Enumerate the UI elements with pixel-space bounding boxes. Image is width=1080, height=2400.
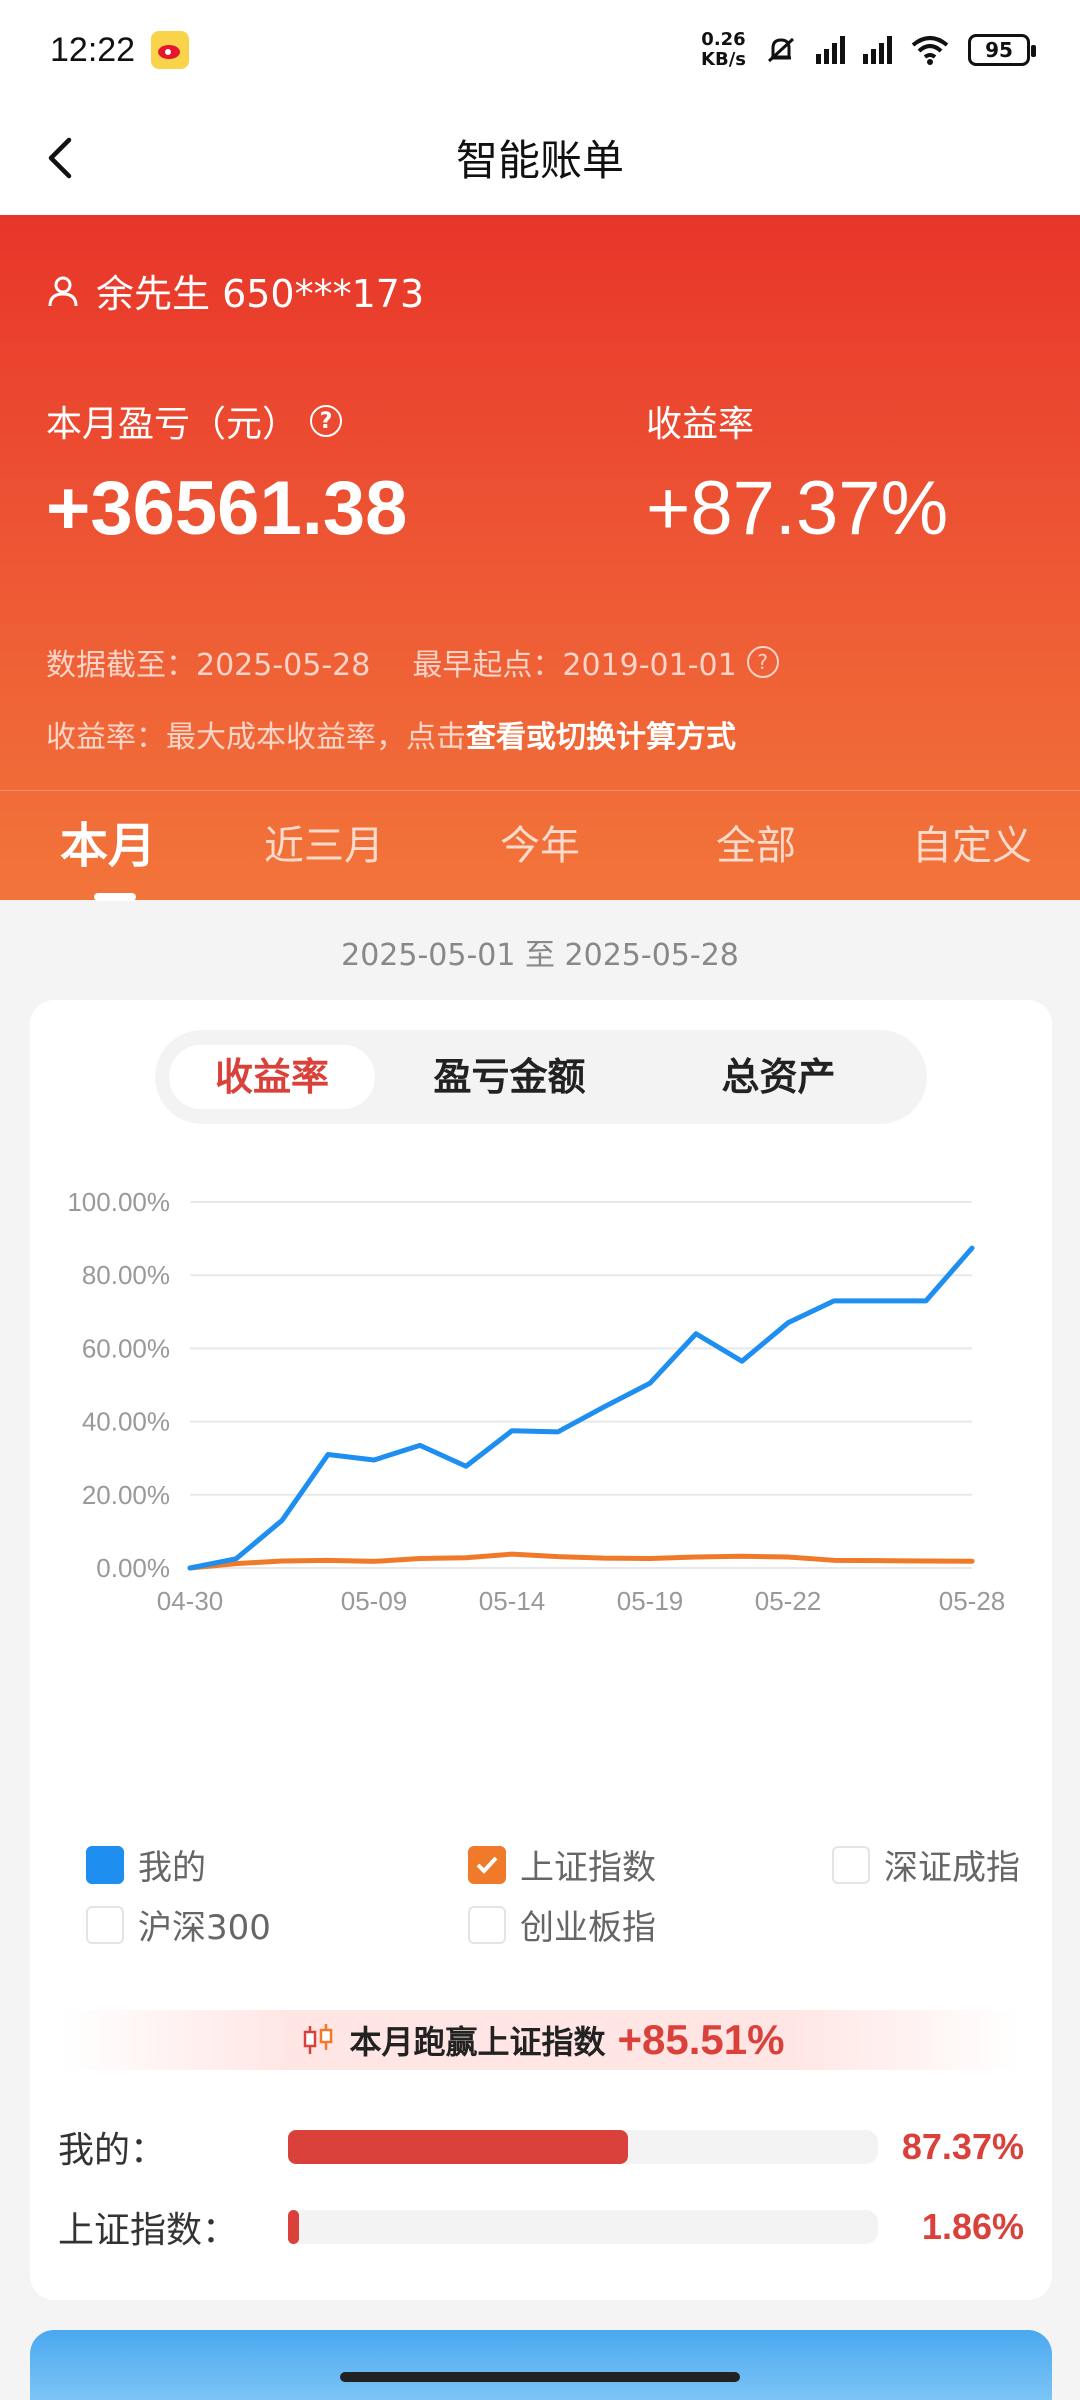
- earliest-start: 最早起点：2019-01-01: [412, 648, 737, 683]
- data-as-of: 数据截至：2025-05-28: [46, 648, 371, 683]
- beat-text: 本月跑赢上证指数: [349, 2023, 606, 2061]
- period-tabs: 本月 近三月 今年 全部 自定义: [0, 790, 1080, 901]
- legend-shenzhen[interactable]: 深证成指: [832, 1840, 1020, 1889]
- x-tick-label: 05-09: [341, 1586, 408, 1616]
- tab-custom[interactable]: 自定义: [864, 791, 1080, 901]
- index-bar-track: [288, 2210, 878, 2244]
- series-line-mine: [187, 1245, 975, 1571]
- checkbox-shenzhen[interactable]: [832, 1845, 870, 1884]
- legend-mine[interactable]: 我的: [86, 1840, 206, 1889]
- data-dates: 数据截至：2025-05-28 最早起点：2019-01-01 ?: [46, 640, 779, 684]
- date-range: 2025-05-01 至 2025-05-28: [341, 938, 739, 973]
- user-icon: [48, 276, 78, 306]
- status-bar: 12:22 0.26 KB/s 95: [0, 0, 1080, 100]
- summary-panel: 余先生 650***173 本月盈亏（元） ? +36561.38 收益率 +8…: [0, 215, 1080, 901]
- x-tick-label: 05-14: [479, 1586, 546, 1616]
- compare-row-mine: 我的： 87.37%: [58, 2117, 1024, 2177]
- tab-this-year[interactable]: 今年: [432, 791, 648, 901]
- legend-shanghai[interactable]: 上证指数: [468, 1840, 656, 1889]
- mine-label: 我的：: [58, 2130, 167, 2171]
- tab-this-month[interactable]: 本月: [0, 791, 216, 901]
- account-info: 余先生 650***173: [46, 263, 424, 318]
- pnl-label: 本月盈亏（元）: [46, 404, 299, 445]
- segment-total-assets[interactable]: 总资产: [644, 1045, 913, 1109]
- network-speed: 0.26 KB/s: [701, 29, 746, 70]
- x-tick-label: 05-22: [755, 1586, 822, 1616]
- tab-all[interactable]: 全部: [648, 791, 864, 901]
- beat-value: +85.51%: [617, 2016, 785, 2063]
- series-line-shanghai: [187, 1551, 975, 1571]
- checkbox-chinext[interactable]: [468, 1905, 506, 1944]
- metric-segment: 收益率 盈亏金额 总资产: [155, 1030, 927, 1124]
- switch-method-link[interactable]: 查看或切换计算方式: [466, 720, 736, 755]
- weibo-app-icon: [151, 31, 190, 69]
- rate-label: 收益率: [646, 404, 755, 445]
- status-time: 12:22: [50, 30, 136, 69]
- x-tick-label: 04-30: [157, 1586, 224, 1616]
- compare-row-index: 上证指数： 1.86%: [58, 2197, 1024, 2257]
- index-label: 上证指数：: [58, 2210, 239, 2251]
- y-tick-label: 60.00%: [82, 1333, 170, 1363]
- help-icon[interactable]: ?: [310, 405, 343, 437]
- y-tick-label: 80.00%: [82, 1260, 170, 1290]
- checkbox-shanghai[interactable]: [468, 1845, 506, 1884]
- x-tick-label: 05-28: [939, 1586, 1006, 1616]
- legend-hs300[interactable]: 沪深300: [86, 1900, 271, 1949]
- y-tick-label: 40.00%: [82, 1407, 170, 1437]
- mine-bar-track: [288, 2130, 878, 2164]
- mute-bell-icon: [767, 37, 795, 63]
- pnl-value: +36561.38: [46, 466, 408, 551]
- promo-banner[interactable]: [30, 2330, 1052, 2400]
- rate-note: 收益率：最大成本收益率，点击查看或切换计算方式: [46, 720, 736, 755]
- return-chart: 0.00% 20.00% 40.00% 60.00% 80.00% 100.00% 04-3…: [67, 1187, 1006, 1616]
- candlestick-icon: [303, 2024, 332, 2054]
- signal-hd-icon: [816, 36, 845, 64]
- home-indicator[interactable]: [340, 2372, 740, 2382]
- y-tick-label: 20.00%: [82, 1480, 170, 1510]
- y-tick-label: 0.00%: [96, 1553, 170, 1583]
- index-value: 1.86%: [921, 2206, 1024, 2247]
- mine-value: 87.37%: [901, 2126, 1024, 2167]
- title-bar: 智能账单: [0, 100, 1080, 215]
- pnl-label-row: 本月盈亏（元） ?: [46, 395, 407, 447]
- battery-icon: 95: [968, 34, 1036, 66]
- checkbox-hs300[interactable]: [86, 1905, 124, 1944]
- y-tick-label: 100.00%: [67, 1187, 170, 1217]
- x-tick-label: 05-19: [617, 1586, 684, 1616]
- legend-chinext[interactable]: 创业板指: [468, 1900, 656, 1949]
- segment-pnl-amount[interactable]: 盈亏金额: [375, 1045, 644, 1109]
- checkbox-mine[interactable]: [86, 1845, 124, 1884]
- index-bar: [288, 2210, 299, 2244]
- help-icon-2[interactable]: ?: [746, 646, 779, 678]
- page-title: 智能账单: [455, 136, 624, 185]
- wifi-icon: [911, 36, 949, 65]
- beat-index-banner: 本月跑赢上证指数 +85.51%: [60, 2010, 1022, 2070]
- signal-hd-icon-2: [863, 36, 892, 64]
- mine-bar: [288, 2130, 629, 2164]
- check-icon: [476, 1856, 498, 1874]
- segment-return-rate[interactable]: 收益率: [169, 1045, 375, 1109]
- account-user: 余先生 650***173: [96, 272, 425, 316]
- back-arrow-icon[interactable]: [35, 130, 91, 186]
- tab-three-months[interactable]: 近三月: [216, 791, 432, 901]
- chart-card: 收益率 盈亏金额 总资产 0.00% 20.00% 40.00% 60.00% 80.0…: [30, 1000, 1052, 2300]
- rate-value: +87.37%: [646, 466, 949, 551]
